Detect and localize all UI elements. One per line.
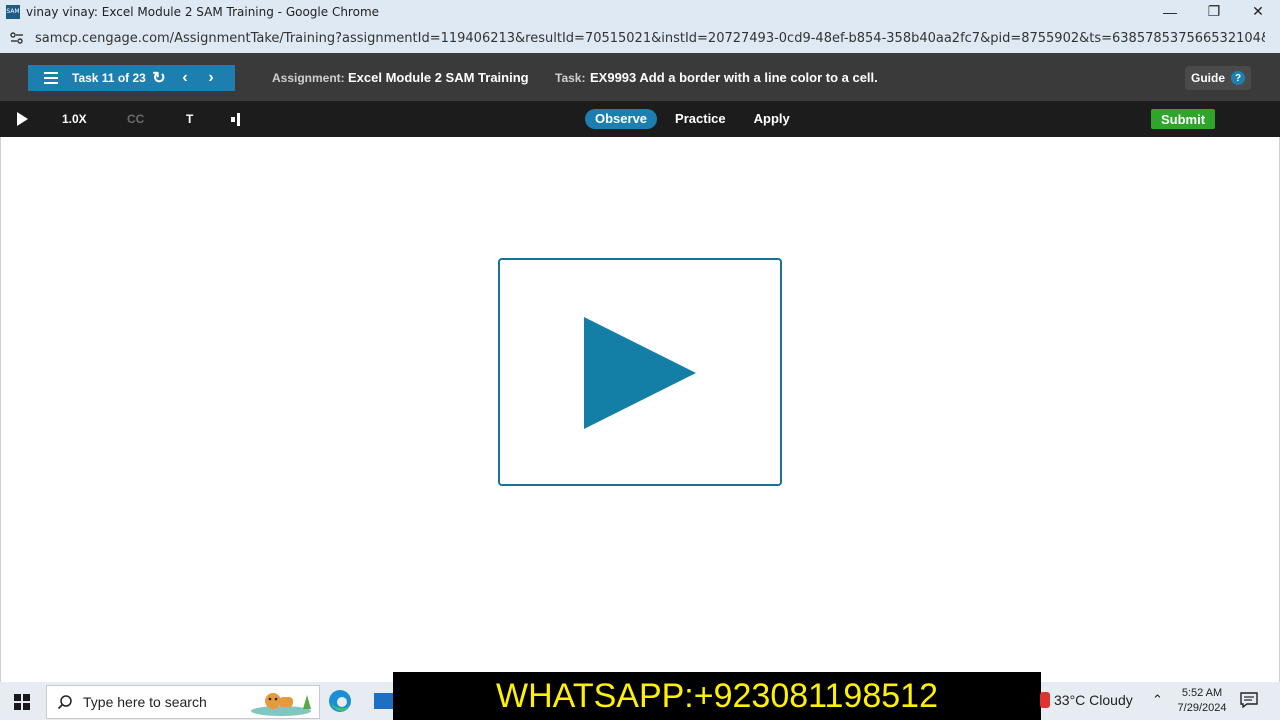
search-placeholder: Type here to search xyxy=(83,694,207,710)
url-field[interactable]: samcp.cengage.com/AssignmentTake/Trainin… xyxy=(35,31,1265,46)
mode-tabs: Observe Practice Apply xyxy=(585,108,808,130)
video-player[interactable] xyxy=(498,258,782,486)
edge-browser-icon[interactable] xyxy=(328,689,352,713)
app-icon: SAM xyxy=(6,4,20,19)
search-icon xyxy=(57,695,72,710)
menu-icon[interactable] xyxy=(38,65,64,91)
clock-time: 5:52 AM xyxy=(1181,687,1223,699)
mail-icon[interactable] xyxy=(374,693,394,709)
reset-icon[interactable]: ↻ xyxy=(146,65,172,91)
restore-icon[interactable]: ❐ xyxy=(1192,0,1236,23)
close-icon[interactable]: ✕ xyxy=(1236,0,1280,23)
closed-captions-button[interactable]: CC xyxy=(127,112,144,126)
windows-start-icon[interactable] xyxy=(14,694,30,710)
weather-widget[interactable]: 33°C Cloudy xyxy=(1040,692,1133,708)
assignment-name: Excel Module 2 SAM Training xyxy=(348,70,529,85)
tab-observe[interactable]: Observe xyxy=(585,109,658,129)
previous-task-icon[interactable]: ‹ xyxy=(172,65,198,91)
tab-practice[interactable]: Practice xyxy=(665,109,736,129)
search-highlight-icon xyxy=(251,693,311,716)
window-controls: — ❐ ✕ xyxy=(1148,0,1280,23)
play-icon[interactable] xyxy=(17,112,28,126)
tab-apply[interactable]: Apply xyxy=(744,109,800,129)
show-hidden-icons-icon[interactable]: ⌃ xyxy=(1152,692,1163,708)
whatsapp-banner: WHATSAPP:+923081198512 xyxy=(393,672,1041,720)
browser-title-bar: SAM vinay vinay: Excel Module 2 SAM Trai… xyxy=(0,0,1280,23)
text-toggle-button[interactable]: T xyxy=(186,112,193,126)
volume-icon[interactable] xyxy=(231,113,241,126)
window-title: vinay vinay: Excel Module 2 SAM Training… xyxy=(26,4,380,19)
submit-button[interactable]: Submit xyxy=(1151,109,1215,129)
task-description: EX9993 Add a border with a line color to… xyxy=(590,70,878,85)
clock-date: 7/29/2024 xyxy=(1177,702,1227,714)
weather-icon xyxy=(1040,692,1050,708)
playback-speed-button[interactable]: 1.0X xyxy=(62,112,87,126)
big-play-icon[interactable] xyxy=(584,317,696,429)
assignment-label: Assignment: xyxy=(272,71,345,85)
taskbar-search-input[interactable]: Type here to search xyxy=(46,685,320,719)
minimize-icon[interactable]: — xyxy=(1148,0,1192,23)
weather-text: 33°C Cloudy xyxy=(1054,692,1133,708)
notifications-icon[interactable] xyxy=(1240,692,1258,708)
whatsapp-banner-text: WHATSAPP:+923081198512 xyxy=(496,676,938,715)
guide-label: Guide xyxy=(1190,71,1225,85)
task-navigator: Task 11 of 23 ↻ ‹ › xyxy=(28,65,235,91)
help-icon: ? xyxy=(1231,71,1245,85)
address-bar: samcp.cengage.com/AssignmentTake/Trainin… xyxy=(0,23,1280,53)
system-clock[interactable]: 5:52 AM 7/29/2024 xyxy=(1172,686,1232,716)
next-task-icon[interactable]: › xyxy=(198,65,224,91)
task-label: Task: xyxy=(555,71,586,85)
guide-button[interactable]: Guide ? xyxy=(1185,66,1251,90)
task-counter: Task 11 of 23 xyxy=(72,71,146,85)
site-settings-icon[interactable] xyxy=(9,30,25,46)
